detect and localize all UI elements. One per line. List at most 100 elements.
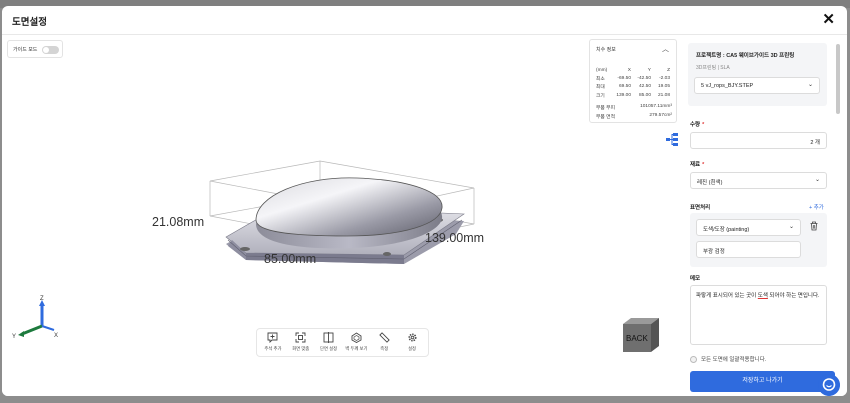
axis-x-label: X — [54, 333, 58, 339]
chevron-down-icon: ⌄ — [807, 82, 813, 88]
dimension-header-row: (mm) X Y Z — [596, 66, 672, 74]
apply-all-radio[interactable] — [690, 355, 697, 363]
view-cube[interactable]: BACK — [619, 316, 663, 356]
required-mark: * — [702, 122, 705, 128]
length-dimension-label: 139.00mm — [425, 231, 485, 245]
dim-header-z: Z — [667, 67, 670, 73]
drawing-settings-modal: 도면설정 ✕ 가이드 모드 치수 정보 ︿ (mm) X Y Z 최소 -69.… — [2, 6, 847, 396]
settings-side-panel: 프로젝트명 : CA5 웨이브가이드 3D 프린팅 3D프린팅 | SLA 5 … — [682, 36, 847, 396]
add-annotation-button[interactable]: 주석 추가 — [259, 332, 286, 356]
fit-screen-icon — [295, 332, 306, 343]
dimension-table: (mm) X Y Z 최소 -69.50 -42.50 -2.03 최대 69.… — [596, 66, 672, 100]
trash-icon[interactable] — [809, 221, 819, 231]
memo-text-spellcheck: 도색 — [757, 293, 768, 299]
model-viewer[interactable]: 가이드 모드 치수 정보 ︿ (mm) X Y Z 최소 -69.50 -42.… — [2, 36, 679, 396]
guide-mode-toggle[interactable]: 가이드 모드 — [7, 40, 63, 58]
axis-triad-icon: Z Y X — [12, 296, 58, 339]
quantity-label: 수량 * — [690, 120, 704, 128]
dim-cell: -2.03 — [659, 76, 670, 82]
tool-label: 측정 — [380, 346, 389, 351]
chevron-up-icon[interactable]: ︿ — [662, 44, 669, 54]
toggle-switch[interactable] — [42, 46, 59, 54]
chevron-down-icon: ⌄ — [788, 224, 794, 230]
memo-textarea[interactable]: 파랗게 표시되어 있는 곳이 도색 되어야 하는 면입니다. — [690, 285, 827, 345]
dimension-panel-title: 치수 정보 — [596, 47, 616, 53]
file-select-value: 5 vJ_rops_BJY.STEP — [701, 83, 754, 89]
dim-header-x: X — [627, 67, 631, 73]
modal-title: 도면설정 — [12, 17, 47, 28]
dimension-row-size: 크기 139.00 85.00 21.08 — [596, 91, 672, 99]
project-title: 프로젝트명 : CA5 웨이브가이드 3D 프린팅 — [696, 53, 795, 59]
finish-select[interactable]: 도색/도장 (painting) ⌄ — [696, 219, 801, 236]
dimension-row-min: 최소 -69.50 -42.50 -2.03 — [596, 74, 672, 82]
dim-cell: 크기 — [596, 93, 605, 99]
required-mark: * — [702, 162, 705, 168]
material-label-text: 재료 — [690, 162, 701, 168]
tool-label: 벽 두께 보기 — [345, 346, 368, 351]
file-select[interactable]: 5 vJ_rops_BJY.STEP ⌄ — [694, 77, 820, 94]
dim-header-y: Y — [647, 67, 651, 73]
part-area-label: 부품 면적 — [596, 115, 615, 120]
dim-cell: 최소 — [596, 77, 605, 83]
settings-button[interactable]: 설정 — [399, 332, 426, 356]
finish-value: 도색/도장 (painting) — [703, 227, 750, 233]
dim-cell: -42.50 — [637, 76, 651, 82]
dim-cell: 21.08 — [657, 92, 670, 98]
memo-label: 메모 — [690, 276, 701, 282]
memo-text-part: 파랗게 표시되어 있는 곳이 — [696, 293, 758, 299]
quantity-label-text: 수량 — [690, 122, 701, 128]
toggle-knob — [43, 47, 49, 53]
tool-label: 단면 설정 — [320, 346, 338, 351]
part-volume-label: 부품 부피 — [596, 106, 615, 111]
axis-z-label: Z — [40, 296, 44, 302]
dimension-row-max: 최대 69.50 42.50 19.05 — [596, 83, 672, 91]
finish-detail-input[interactable]: 부광 검정 — [696, 241, 801, 258]
part-area-value: 279.57cm² — [649, 113, 672, 118]
close-icon[interactable]: ✕ — [822, 12, 835, 27]
width-dimension-label: 85.00mm — [264, 252, 317, 266]
measure-button[interactable]: 측정 — [371, 332, 398, 356]
dim-cell: 최대 — [596, 85, 605, 91]
quantity-value: 2 개 — [810, 140, 820, 146]
part-area-row: 부품 면적 279.57cm² — [596, 113, 672, 120]
part-volume-value: 101057.11mm³ — [640, 104, 672, 109]
chevron-down-icon: ⌄ — [814, 177, 820, 183]
material-value: 레진 (흰색) — [697, 180, 723, 186]
wall-thickness-button[interactable]: 벽 두께 보기 — [343, 332, 370, 356]
material-select[interactable]: 레진 (흰색) ⌄ — [690, 172, 827, 189]
add-finish-link[interactable]: + 추가 — [809, 203, 824, 211]
axis-y-label: Y — [12, 334, 16, 339]
wall-thickness-icon — [351, 332, 362, 343]
model-tree-icon[interactable] — [666, 132, 679, 146]
dim-cell: -69.50 — [617, 76, 631, 82]
quantity-input[interactable]: 2 개 — [690, 132, 827, 149]
section-icon — [323, 332, 334, 343]
gear-icon — [408, 333, 417, 342]
viewer-toolbar: 주석 추가 화면 맞춤 단면 설정 벽 두께 보기 측정 설정 — [256, 328, 429, 357]
dim-cell: 42.50 — [638, 84, 651, 90]
dim-header-unit: (mm) — [596, 67, 608, 73]
tool-label: 설정 — [408, 346, 416, 351]
finish-card: 도색/도장 (painting) ⌄ 부광 검정 — [690, 213, 827, 267]
section-settings-button[interactable]: 단면 설정 — [315, 332, 342, 356]
project-subtitle: 3D프린팅 | SLA — [696, 65, 730, 71]
apply-all-option[interactable]: 모든 도면에 일괄적용합니다. — [690, 355, 766, 363]
dimension-info-panel: 치수 정보 ︿ (mm) X Y Z 최소 -69.50 -42.50 -2.0… — [589, 39, 677, 123]
dim-cell: 139.00 — [616, 92, 631, 98]
height-dimension-label: 21.08mm — [152, 215, 205, 229]
finish-label: 표면처리 — [690, 205, 711, 211]
dim-cell: 85.00 — [638, 92, 651, 98]
material-label: 재료 * — [690, 160, 704, 168]
save-and-exit-button[interactable]: 저장하고 나가기 — [690, 371, 835, 392]
chat-support-icon[interactable] — [818, 374, 840, 396]
apply-all-label: 모든 도면에 일괄적용합니다. — [701, 357, 767, 363]
comment-add-icon — [267, 332, 278, 343]
side-panel-scrollbar[interactable] — [836, 44, 840, 114]
dim-cell: 19.05 — [657, 84, 670, 90]
memo-text-part: 되어야 하는 면입니다. — [767, 293, 820, 299]
project-card: 프로젝트명 : CA5 웨이브가이드 3D 프린팅 3D프린팅 | SLA 5 … — [688, 43, 827, 106]
finish-detail-value: 부광 검정 — [703, 249, 725, 255]
fit-screen-button[interactable]: 화면 맞춤 — [287, 332, 314, 356]
tool-label: 화면 맞춤 — [292, 346, 310, 351]
memo-text: 파랗게 표시되어 있는 곳이 도색 되어야 하는 면입니다. — [696, 291, 824, 301]
